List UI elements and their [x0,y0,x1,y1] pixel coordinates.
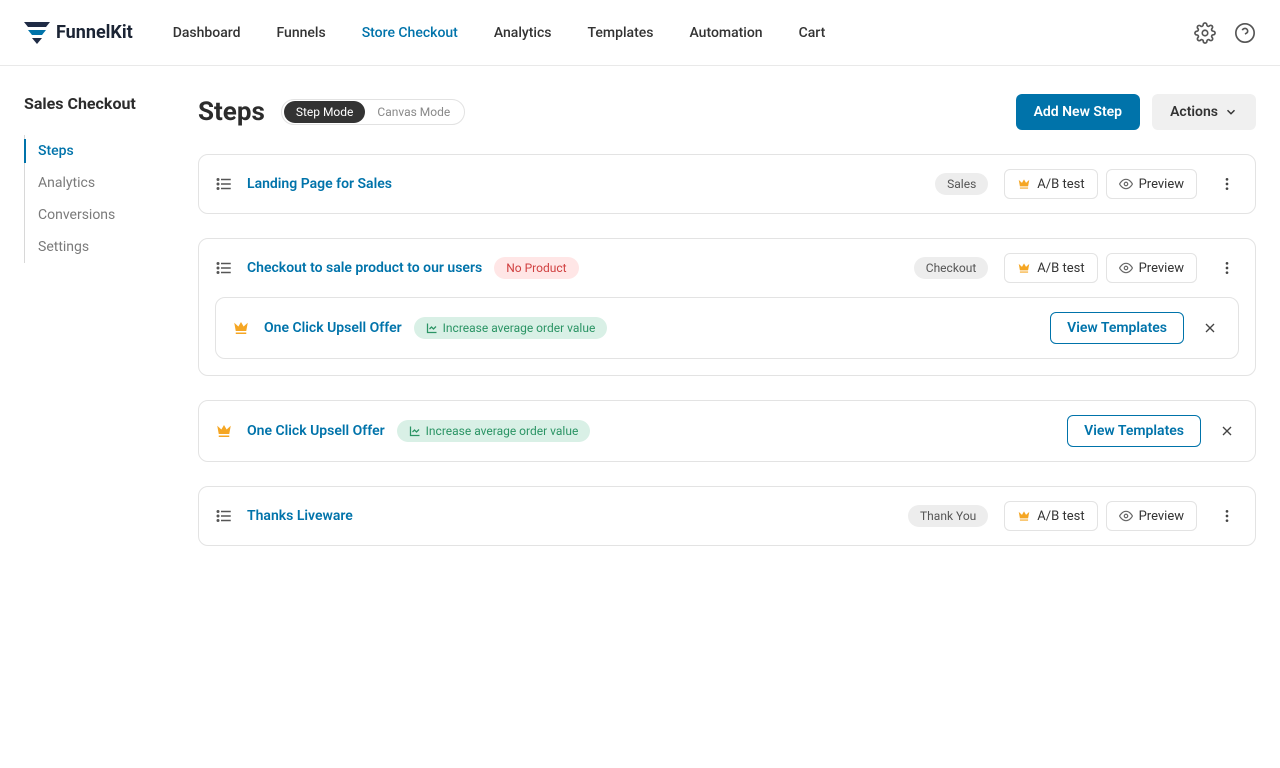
view-templates-button[interactable]: View Templates [1050,312,1184,344]
close-icon[interactable] [1215,423,1239,439]
sidebar-item-steps[interactable]: Steps [25,135,174,167]
step-type-tag: Thank You [908,505,988,527]
step-type-tag: Sales [935,173,988,195]
warn-tag: No Product [494,257,578,279]
nav-item-analytics[interactable]: Analytics [494,25,552,41]
eye-icon [1119,177,1133,191]
step-card: Checkout to sale product to our users No… [198,238,1256,376]
actions-button[interactable]: Actions [1152,94,1256,130]
sidebar-item-settings[interactable]: Settings [25,231,174,263]
crown-icon [232,319,250,337]
logo[interactable]: FunnelKit [24,22,133,44]
actions-label: Actions [1170,104,1218,120]
step-card: Thanks Liveware Thank You A/B test Previ… [198,486,1256,546]
header-actions: Add New Step Actions [1016,94,1256,130]
eye-icon [1119,261,1133,275]
nav-item-automation[interactable]: Automation [689,25,762,41]
view-templates-button[interactable]: View Templates [1067,415,1201,447]
step-card: Landing Page for Sales Sales A/B test Pr… [198,154,1256,214]
step-title[interactable]: Landing Page for Sales [247,176,392,192]
drag-icon[interactable] [215,175,233,193]
logo-text: FunnelKit [56,22,133,43]
step-title[interactable]: Checkout to sale product to our users [247,260,482,276]
upsell-title[interactable]: One Click Upsell Offer [264,320,402,336]
drag-icon[interactable] [215,259,233,277]
ab-test-button[interactable]: A/B test [1004,501,1097,531]
eye-icon [1119,509,1133,523]
crown-icon [1017,261,1031,275]
step-type-tag: Checkout [914,257,989,279]
preview-label: Preview [1139,261,1184,276]
page-title: Steps [198,97,265,127]
preview-button[interactable]: Preview [1106,169,1197,199]
nav-item-cart[interactable]: Cart [799,25,826,41]
upsell-title[interactable]: One Click Upsell Offer [247,423,385,439]
aov-tag: Increase average order value [414,317,608,339]
ab-test-button[interactable]: A/B test [1004,253,1097,283]
page-header: Steps Step Mode Canvas Mode Add New Step… [198,94,1256,130]
top-nav: FunnelKit Dashboard Funnels Store Checko… [0,0,1280,66]
kebab-menu[interactable] [1215,508,1239,524]
aov-tag: Increase average order value [397,420,591,442]
aov-label: Increase average order value [426,424,579,438]
main-content: Steps Step Mode Canvas Mode Add New Step… [174,66,1280,768]
sidebar-item-analytics[interactable]: Analytics [25,167,174,199]
help-icon[interactable] [1234,22,1256,44]
ab-test-label: A/B test [1037,261,1084,276]
preview-label: Preview [1139,509,1184,524]
nav-item-dashboard[interactable]: Dashboard [173,25,241,41]
ab-test-label: A/B test [1037,509,1084,524]
ab-test-button[interactable]: A/B test [1004,169,1097,199]
aov-label: Increase average order value [443,321,596,335]
mode-step[interactable]: Step Mode [284,101,366,123]
mode-toggle: Step Mode Canvas Mode [281,99,465,125]
kebab-menu[interactable] [1215,260,1239,276]
nested-upsell-card: One Click Upsell Offer Increase average … [215,297,1239,359]
sidebar: Sales Checkout Steps Analytics Conversio… [0,66,174,768]
preview-label: Preview [1139,177,1184,192]
logo-icon [24,22,50,44]
close-icon[interactable] [1198,320,1222,336]
kebab-menu[interactable] [1215,176,1239,192]
chevron-down-icon [1224,105,1238,119]
drag-icon[interactable] [215,507,233,525]
nav-right [1194,22,1256,44]
chart-up-icon [409,425,421,437]
gear-icon[interactable] [1194,22,1216,44]
step-title[interactable]: Thanks Liveware [247,508,353,524]
crown-icon [215,422,233,440]
chart-up-icon [426,322,438,334]
nav-item-funnels[interactable]: Funnels [276,25,325,41]
nav-items: Dashboard Funnels Store Checkout Analyti… [173,25,1154,41]
crown-icon [1017,509,1031,523]
preview-button[interactable]: Preview [1106,501,1197,531]
ab-test-label: A/B test [1037,177,1084,192]
sidebar-title: Sales Checkout [24,94,174,113]
nav-item-store-checkout[interactable]: Store Checkout [362,25,458,41]
sidebar-item-conversions[interactable]: Conversions [25,199,174,231]
step-card: One Click Upsell Offer Increase average … [198,400,1256,462]
preview-button[interactable]: Preview [1106,253,1197,283]
add-new-step-button[interactable]: Add New Step [1016,94,1141,130]
crown-icon [1017,177,1031,191]
mode-canvas[interactable]: Canvas Mode [365,101,462,123]
nav-item-templates[interactable]: Templates [588,25,654,41]
